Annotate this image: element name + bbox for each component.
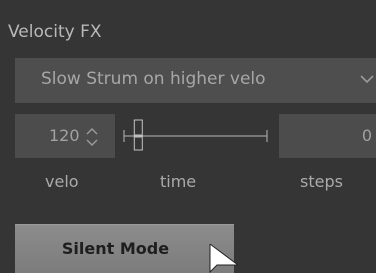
steps-number-box[interactable]: 0 — [279, 114, 376, 158]
slider-thumb — [133, 119, 143, 151]
velo-value: 120 — [49, 126, 80, 145]
silent-mode-label: Silent Mode — [61, 239, 170, 258]
time-slider[interactable] — [120, 114, 270, 158]
time-caption: time — [160, 172, 197, 191]
velo-number-box[interactable]: 120 — [15, 114, 115, 158]
velo-caption: velo — [45, 172, 79, 191]
preset-dropdown-value: Slow Strum on higher velo — [41, 69, 266, 89]
preset-dropdown[interactable]: Slow Strum on higher velo — [15, 58, 376, 103]
up-down-arrows-icon[interactable] — [84, 126, 100, 148]
steps-value: 0 — [361, 126, 372, 145]
velocity-fx-panel: Velocity FX Slow Strum on higher velo 12… — [0, 0, 376, 273]
panel-title: Velocity FX — [8, 22, 102, 42]
chevron-down-icon — [360, 75, 374, 84]
steps-caption: steps — [300, 172, 343, 191]
mouse-pointer-icon — [209, 244, 238, 273]
silent-mode-button[interactable]: Silent Mode — [15, 224, 234, 273]
